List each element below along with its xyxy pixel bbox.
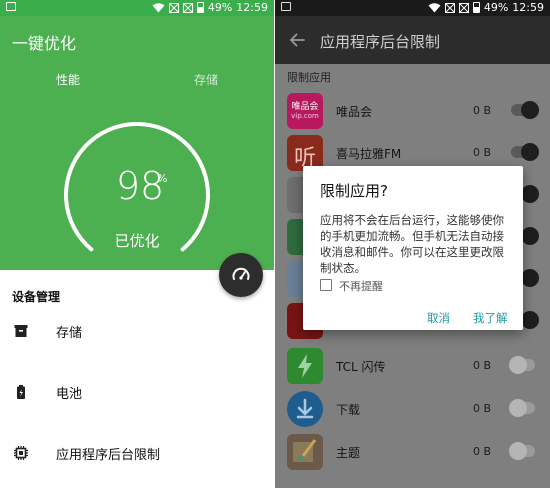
- menu-item-background-restriction[interactable]: 应用程序后台限制: [0, 438, 274, 468]
- restrict-toggle[interactable]: [509, 356, 535, 374]
- restrict-app-dialog: 限制应用? 应用将不会在后台运行，这能够使你的手机更加流畅。但手机无法自动接收消…: [303, 166, 523, 330]
- optimize-screen: 49% 12:59 一键优化 性能 存储 98 % 已优化 设备管理 存储 电池…: [0, 0, 274, 488]
- tab-storage[interactable]: 存储: [194, 71, 218, 88]
- app-size: 0 B: [473, 146, 492, 159]
- toggle-knob: [509, 356, 527, 374]
- restrict-toggle[interactable]: [511, 101, 539, 119]
- arrow-down-icon: [296, 398, 314, 419]
- archive-icon: [14, 325, 28, 337]
- signal-off-icon: [444, 2, 455, 13]
- app-row-download[interactable]: 下载 0 B: [275, 388, 550, 430]
- speedometer-icon: [232, 267, 250, 280]
- chip-icon: [14, 446, 28, 460]
- dialog-title: 限制应用?: [320, 182, 388, 200]
- menu-item-label: 存储: [56, 326, 83, 341]
- app-name: 唯品会: [336, 105, 373, 119]
- toggle-knob: [509, 442, 527, 460]
- score-unit: %: [157, 172, 168, 185]
- signal-off-icon: [458, 2, 469, 13]
- page-title: 一键优化: [12, 34, 77, 53]
- battery-percent: 49%: [483, 1, 509, 14]
- battery-percent: 49%: [207, 1, 233, 14]
- back-arrow-icon[interactable]: [289, 32, 305, 48]
- toggle-knob: [509, 399, 527, 417]
- cancel-button[interactable]: 取消: [427, 310, 450, 326]
- theme-icon: [287, 434, 323, 470]
- menu-item-battery[interactable]: 电池: [0, 377, 274, 407]
- battery-icon: [17, 385, 25, 399]
- menu-item-storage[interactable]: 存储: [0, 316, 274, 346]
- section-header: 设备管理: [12, 290, 61, 304]
- app-row-theme[interactable]: 主题 0 B: [275, 431, 550, 473]
- status-bar: 49% 12:59: [275, 0, 550, 16]
- toggle-knob: [521, 101, 539, 119]
- section-label: 限制应用: [287, 71, 331, 84]
- restrict-toggle[interactable]: [511, 143, 539, 161]
- checkbox-label[interactable]: 不再提醒: [339, 278, 383, 294]
- confirm-button[interactable]: 我了解: [473, 310, 508, 326]
- download-icon: [287, 391, 323, 427]
- dont-remind-checkbox[interactable]: [320, 279, 332, 291]
- app-row-tcl-flash[interactable]: TCL 闪传 0 B: [275, 345, 550, 387]
- signal-off-icon: [168, 2, 179, 13]
- battery-status-icon: [472, 2, 480, 13]
- app-size: 0 B: [473, 445, 492, 458]
- toggle-knob: [521, 143, 539, 161]
- restrict-toggle[interactable]: [509, 442, 535, 460]
- wifi-icon: [152, 2, 165, 12]
- battery-status-icon: [196, 2, 204, 13]
- icon-sublabel: vip.com: [291, 112, 319, 120]
- optimize-button[interactable]: [219, 253, 263, 297]
- paintbrush-icon: [293, 439, 317, 462]
- flash-icon: [287, 348, 323, 384]
- score-value: 98: [115, 164, 165, 208]
- image-notification-icon: [6, 2, 16, 11]
- toggle-knob: [521, 311, 539, 329]
- toggle-knob: [521, 185, 539, 203]
- tab-performance[interactable]: 性能: [56, 71, 80, 88]
- wifi-icon: [428, 2, 441, 12]
- app-name: 下载: [336, 403, 361, 417]
- app-size: 0 B: [473, 402, 492, 415]
- toggle-knob: [521, 269, 539, 287]
- icon-label: 唯品会: [291, 102, 319, 112]
- app-bar: 应用程序后台限制: [275, 16, 550, 64]
- toggle-knob: [521, 227, 539, 245]
- app-size: 0 B: [473, 359, 492, 372]
- image-notification-icon: [281, 2, 291, 11]
- clock: 12:59: [236, 1, 268, 14]
- app-row-vipshop[interactable]: 唯品会 vip.com 唯品会 0 B: [275, 90, 550, 132]
- vipshop-icon: 唯品会 vip.com: [287, 93, 323, 129]
- app-name: 喜马拉雅FM: [336, 147, 402, 161]
- score-label: 已优化: [114, 232, 160, 250]
- lightning-icon: [298, 354, 312, 378]
- status-bar: 49% 12:59: [0, 0, 274, 16]
- dialog-message: 应用将不会在后台运行，这能够使你的手机更加流畅。但手机无法自动接收消息和邮件。你…: [320, 213, 504, 275]
- restrict-toggle[interactable]: [509, 399, 535, 417]
- clock: 12:59: [512, 1, 544, 14]
- page-title: 应用程序后台限制: [320, 33, 441, 51]
- app-name: TCL 闪传: [336, 360, 386, 374]
- app-name: 主题: [336, 446, 361, 460]
- signal-off-icon: [182, 2, 193, 13]
- app-size: 0 B: [473, 104, 492, 117]
- menu-item-label: 电池: [56, 387, 83, 402]
- menu-item-label: 应用程序后台限制: [56, 448, 161, 463]
